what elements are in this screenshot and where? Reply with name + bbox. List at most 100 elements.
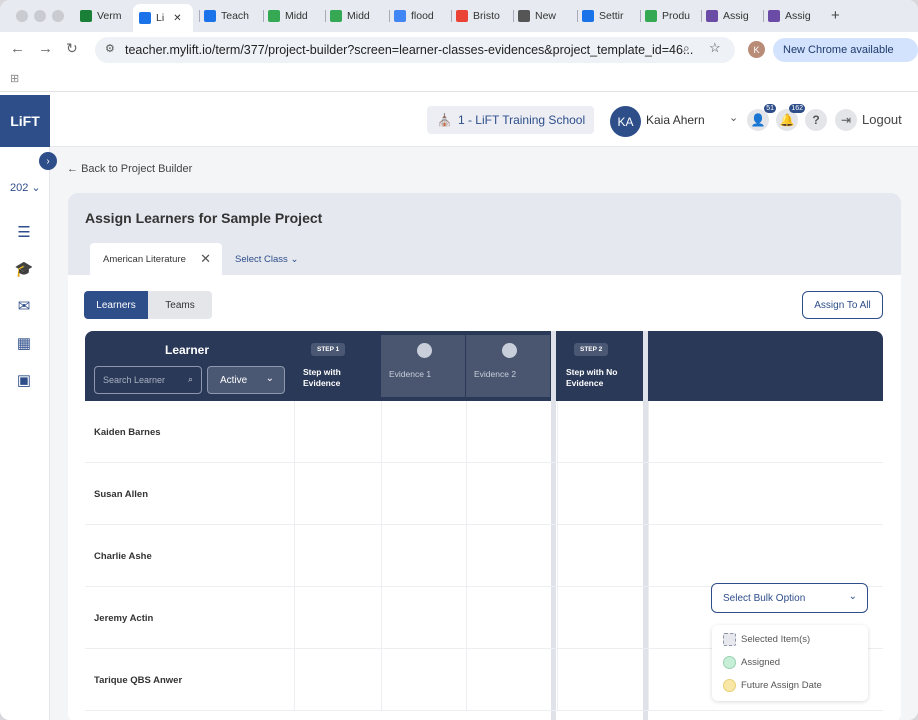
assignment-cell[interactable] xyxy=(294,587,381,649)
assignment-cell[interactable] xyxy=(466,649,557,711)
sidebar-expand-chevron-icon[interactable]: › xyxy=(39,152,57,170)
assignment-cell[interactable] xyxy=(381,649,466,711)
back-to-project-builder-link[interactable]: ← Back to Project Builder xyxy=(67,163,192,175)
bookmark-star-icon[interactable]: ☆ xyxy=(709,40,721,56)
notifications-bell-icon[interactable]: 🔔 162 xyxy=(776,104,805,131)
step1-title: Step with Evidence xyxy=(303,367,341,388)
close-icon[interactable]: ✕ xyxy=(200,251,211,267)
browser-tab[interactable]: Assig xyxy=(768,5,816,27)
evidence1-header[interactable]: Evidence 1 xyxy=(381,335,465,397)
help-icon[interactable]: ? xyxy=(805,109,827,131)
grid-header: Learner Search Learner ⌕ Active ⌄ STEP 1… xyxy=(85,331,883,401)
step2-header: STEP 2 Step with No Evidence xyxy=(557,331,643,401)
evidence2-header[interactable]: Evidence 2 xyxy=(466,335,550,397)
search-learner-input[interactable]: Search Learner ⌕ xyxy=(94,366,202,394)
layers-icon[interactable]: ☰ xyxy=(14,223,34,241)
assignment-cell[interactable] xyxy=(466,463,557,525)
apps-grid-icon[interactable]: ⊞ xyxy=(10,72,19,85)
assignment-cell[interactable] xyxy=(294,525,381,587)
user-name[interactable]: Kaia Ahern xyxy=(646,113,705,127)
browser-tab[interactable]: Li ✕ xyxy=(133,4,193,32)
learners-toggle-button[interactable]: Learners xyxy=(84,291,148,319)
assignment-cell[interactable] xyxy=(381,525,466,587)
address-bar[interactable]: ⚙ teacher.mylift.io/term/377/project-bui… xyxy=(95,37,735,63)
browser-tab[interactable]: Midd xyxy=(330,5,378,27)
presentation-icon[interactable]: ▣ xyxy=(14,371,34,389)
minimize-window-dot[interactable] xyxy=(34,10,46,22)
briefcase-icon[interactable]: ✉ xyxy=(14,297,34,315)
new-tab-icon[interactable]: + xyxy=(831,7,840,24)
zoom-search-icon[interactable]: ⌕ xyxy=(683,41,690,56)
assignment-cell[interactable] xyxy=(381,401,466,463)
teams-toggle-button[interactable]: Teams xyxy=(148,291,212,319)
page-title: Assign Learners for Sample Project xyxy=(85,210,323,226)
evidence2-label: Evidence 2 xyxy=(474,369,517,379)
back-label: Back to Project Builder xyxy=(81,163,193,175)
close-tab-icon[interactable]: ✕ xyxy=(173,13,181,24)
assignment-cell[interactable] xyxy=(466,587,557,649)
logout-icon[interactable]: ⇥ xyxy=(835,109,857,131)
select-class-dropdown[interactable]: Select Class ⌄ xyxy=(235,254,298,265)
bulk-option-select[interactable]: Select Bulk Option ⌄ xyxy=(711,583,868,613)
browser-tab[interactable]: Bristo xyxy=(456,5,504,27)
legend-item: Assigned xyxy=(723,656,780,669)
zoom-window-dot[interactable] xyxy=(52,10,64,22)
assignment-cell[interactable] xyxy=(294,649,381,711)
year-value: 202 xyxy=(10,182,29,194)
assignment-cell[interactable] xyxy=(557,401,648,463)
browser-tab[interactable]: Midd xyxy=(268,5,316,27)
legend-swatch xyxy=(723,633,736,646)
assignment-cell[interactable] xyxy=(466,401,557,463)
assignment-cell[interactable] xyxy=(294,401,381,463)
user-avatar[interactable]: KA xyxy=(610,106,641,137)
logout-link[interactable]: Logout xyxy=(862,112,902,127)
bookmarks-bar: ⊞ xyxy=(0,68,918,92)
spreadsheet-icon[interactable]: ▦ xyxy=(14,334,34,352)
assignment-cell[interactable] xyxy=(294,463,381,525)
status-filter-select[interactable]: Active ⌄ xyxy=(207,366,285,394)
select-class-label: Select Class xyxy=(235,254,288,265)
browser-tab[interactable]: Assig xyxy=(706,5,754,27)
lift-logo[interactable]: LiFT xyxy=(0,95,50,147)
browser-tab[interactable]: New xyxy=(518,5,566,27)
forward-arrow-icon[interactable]: → xyxy=(38,40,53,57)
close-window-dot[interactable] xyxy=(16,10,28,22)
back-arrow-icon[interactable]: ← xyxy=(10,40,25,57)
assignment-cell[interactable] xyxy=(648,463,883,525)
reload-icon[interactable]: ↻ xyxy=(66,40,78,57)
tab-favicon-icon xyxy=(768,10,780,22)
bulk-option-placeholder: Select Bulk Option xyxy=(723,593,806,604)
card-header: Assign Learners for Sample Project Ameri… xyxy=(68,193,901,275)
year-selector[interactable]: 202 ⌄ xyxy=(10,181,41,194)
browser-tab[interactable]: Settir xyxy=(582,5,630,27)
browser-tab[interactable]: Teach xyxy=(204,5,252,27)
learners-icon[interactable]: 👤 51 xyxy=(747,104,776,131)
evidence1-label: Evidence 1 xyxy=(389,369,432,379)
learners-badge: 51 xyxy=(764,104,776,113)
class-tab-american-literature[interactable]: American Literature ✕ xyxy=(90,243,222,275)
browser-tab[interactable]: flood xyxy=(394,5,442,27)
assignment-cell[interactable] xyxy=(648,401,883,463)
school-selector[interactable]: ⛪ 1 - LiFT Training School xyxy=(427,106,594,134)
profile-avatar[interactable]: K xyxy=(748,41,765,58)
browser-tab[interactable]: Verm xyxy=(80,5,128,27)
site-settings-icon[interactable]: ⚙ xyxy=(105,42,115,55)
graduation-cap-icon[interactable]: 🎓 xyxy=(14,260,34,278)
class-tab-label: American Literature xyxy=(103,254,186,265)
tab-favicon-icon xyxy=(204,10,216,22)
tab-separator xyxy=(513,10,514,22)
assignment-cell[interactable] xyxy=(381,463,466,525)
assignment-cell[interactable] xyxy=(557,525,648,587)
assignment-cell[interactable] xyxy=(648,525,883,587)
browser-tab[interactable]: Produ xyxy=(645,5,693,27)
step2-badge: STEP 2 xyxy=(574,343,609,356)
assignment-cell[interactable] xyxy=(557,649,648,711)
assignment-cell[interactable] xyxy=(381,587,466,649)
assignment-cell[interactable] xyxy=(557,587,648,649)
learner-column-title: Learner xyxy=(165,343,210,357)
user-menu-chevron-icon[interactable]: ⌄ xyxy=(729,111,738,124)
assign-to-all-button[interactable]: Assign To All xyxy=(802,291,883,319)
assignment-cell[interactable] xyxy=(557,463,648,525)
assignment-cell[interactable] xyxy=(466,525,557,587)
new-chrome-available-button[interactable]: New Chrome available xyxy=(773,38,918,62)
